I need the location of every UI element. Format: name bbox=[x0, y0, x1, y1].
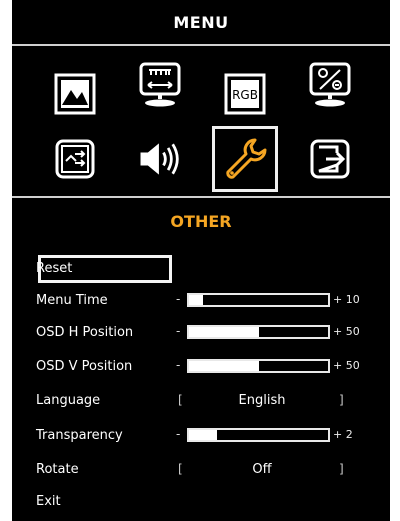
osd-h-position-slider[interactable] bbox=[187, 325, 330, 339]
svg-text:RGB: RGB bbox=[232, 88, 258, 102]
menu-time-value: + 10 bbox=[333, 293, 360, 306]
section-title: OTHER bbox=[170, 212, 232, 231]
rotate-label: Rotate bbox=[36, 462, 79, 477]
osd-v-position-slider-fill bbox=[189, 361, 259, 371]
audio-icon[interactable] bbox=[135, 136, 181, 182]
rotate-left-bracket: [ bbox=[178, 462, 183, 476]
transparency-slider-fill bbox=[189, 430, 217, 440]
exit-icon[interactable] bbox=[307, 136, 353, 182]
osd-v-position-value: + 50 bbox=[333, 359, 360, 372]
menu-time-slider[interactable] bbox=[187, 293, 330, 307]
transparency-item[interactable]: Transparency - + 2 bbox=[12, 421, 390, 451]
language-left-bracket: [ bbox=[178, 393, 183, 407]
osd-h-position-value: + 50 bbox=[333, 325, 360, 338]
menu-icon-grid: RGB bbox=[12, 46, 390, 196]
osd-h-position-minus: - bbox=[176, 324, 181, 338]
display-position-icon[interactable] bbox=[137, 62, 183, 110]
rotate-value[interactable]: Off bbox=[192, 462, 332, 477]
menu-time-item[interactable]: Menu Time - + 10 bbox=[12, 286, 390, 316]
transparency-label: Transparency bbox=[36, 428, 123, 443]
language-right-bracket: ] bbox=[339, 393, 344, 407]
language-item[interactable]: Language [ English ] bbox=[12, 386, 390, 416]
osd-v-position-label: OSD V Position bbox=[36, 359, 133, 374]
osd-h-position-label: OSD H Position bbox=[36, 325, 134, 340]
osd-menu: MENU RGB OTHER Reset Menu Time - + 10 OS… bbox=[12, 0, 390, 521]
transparency-minus: - bbox=[176, 427, 181, 441]
wrench-other-icon[interactable] bbox=[222, 136, 268, 182]
exit-item[interactable]: Exit bbox=[12, 487, 390, 517]
rgb-color-icon[interactable]: RGB bbox=[222, 71, 268, 117]
transparency-value: + 2 bbox=[333, 428, 353, 441]
menu-title: MENU bbox=[173, 12, 229, 32]
rotate-right-bracket: ] bbox=[339, 462, 344, 476]
ratio-icon[interactable] bbox=[307, 62, 353, 110]
menu-time-label: Menu Time bbox=[36, 293, 108, 308]
osd-v-position-item[interactable]: OSD V Position - + 50 bbox=[12, 352, 390, 382]
transparency-slider[interactable] bbox=[187, 428, 330, 442]
rotate-item[interactable]: Rotate [ Off ] bbox=[12, 455, 390, 485]
reset-label: Reset bbox=[36, 261, 73, 276]
osd-v-position-slider[interactable] bbox=[187, 359, 330, 373]
reset-item[interactable]: Reset bbox=[12, 254, 390, 284]
menu-time-minus: - bbox=[176, 292, 181, 306]
osd-h-position-item[interactable]: OSD H Position - + 50 bbox=[12, 318, 390, 348]
language-value[interactable]: English bbox=[192, 393, 332, 408]
menu-title-bar: MENU bbox=[12, 0, 390, 46]
section-divider bbox=[12, 196, 390, 198]
language-label: Language bbox=[36, 393, 101, 408]
exit-label: Exit bbox=[36, 494, 61, 509]
input-source-icon[interactable] bbox=[52, 136, 98, 182]
menu-time-slider-fill bbox=[189, 295, 203, 305]
picture-icon[interactable] bbox=[52, 71, 98, 117]
osd-v-position-minus: - bbox=[176, 358, 181, 372]
osd-h-position-slider-fill bbox=[189, 327, 259, 337]
